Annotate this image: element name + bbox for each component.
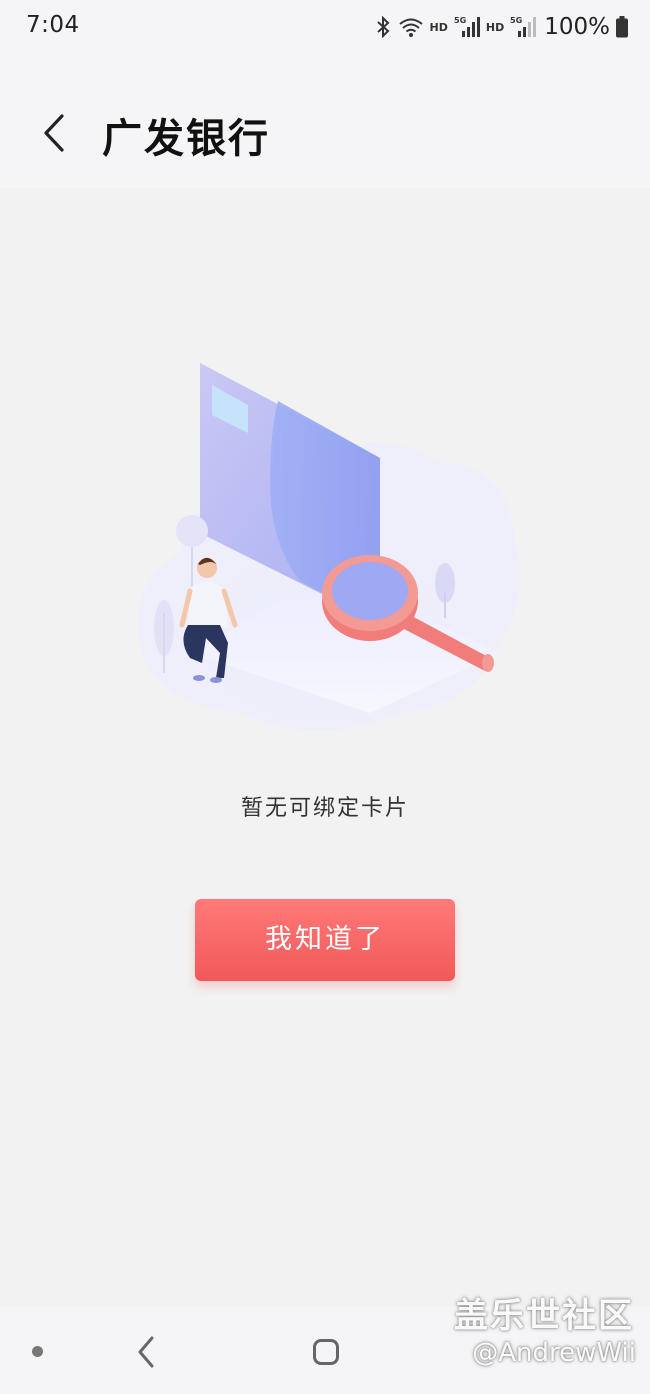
back-button[interactable] (34, 108, 78, 158)
back-icon[interactable] (134, 1334, 158, 1370)
signal-icon: 5G (454, 15, 480, 39)
chevron-left-icon (34, 114, 78, 162)
battery-icon (616, 16, 628, 38)
empty-state-message: 暂无可绑定卡片 (240, 796, 409, 821)
battery-percent: 100% (544, 14, 610, 40)
main-content: 暂无可绑定卡片 我知道了 (0, 188, 650, 1306)
signal-icon: 5G (510, 15, 537, 39)
recent-dot-icon[interactable] (32, 1346, 43, 1357)
status-icons: HD 5G HD 5G 100% (374, 10, 628, 44)
card-search-illustration (120, 353, 530, 763)
svg-text:5G: 5G (454, 16, 466, 25)
hd-badge: HD (429, 20, 448, 34)
home-icon[interactable] (313, 1339, 339, 1365)
status-bar: 7:04 HD 5G HD 5G 100% (0, 0, 650, 56)
bluetooth-icon (374, 16, 392, 38)
watermark-user: @AndrewWii (472, 1338, 636, 1368)
wifi-icon (398, 16, 424, 38)
app-header: 广发银行 (0, 56, 650, 188)
hd-badge: HD (485, 20, 505, 34)
status-time: 7:04 (26, 12, 80, 38)
watermark-title: 盖乐世社区 (454, 1296, 634, 1336)
page-title: 广发银行 (102, 116, 270, 162)
acknowledge-button[interactable]: 我知道了 (195, 899, 455, 981)
svg-text:5G: 5G (510, 16, 522, 25)
